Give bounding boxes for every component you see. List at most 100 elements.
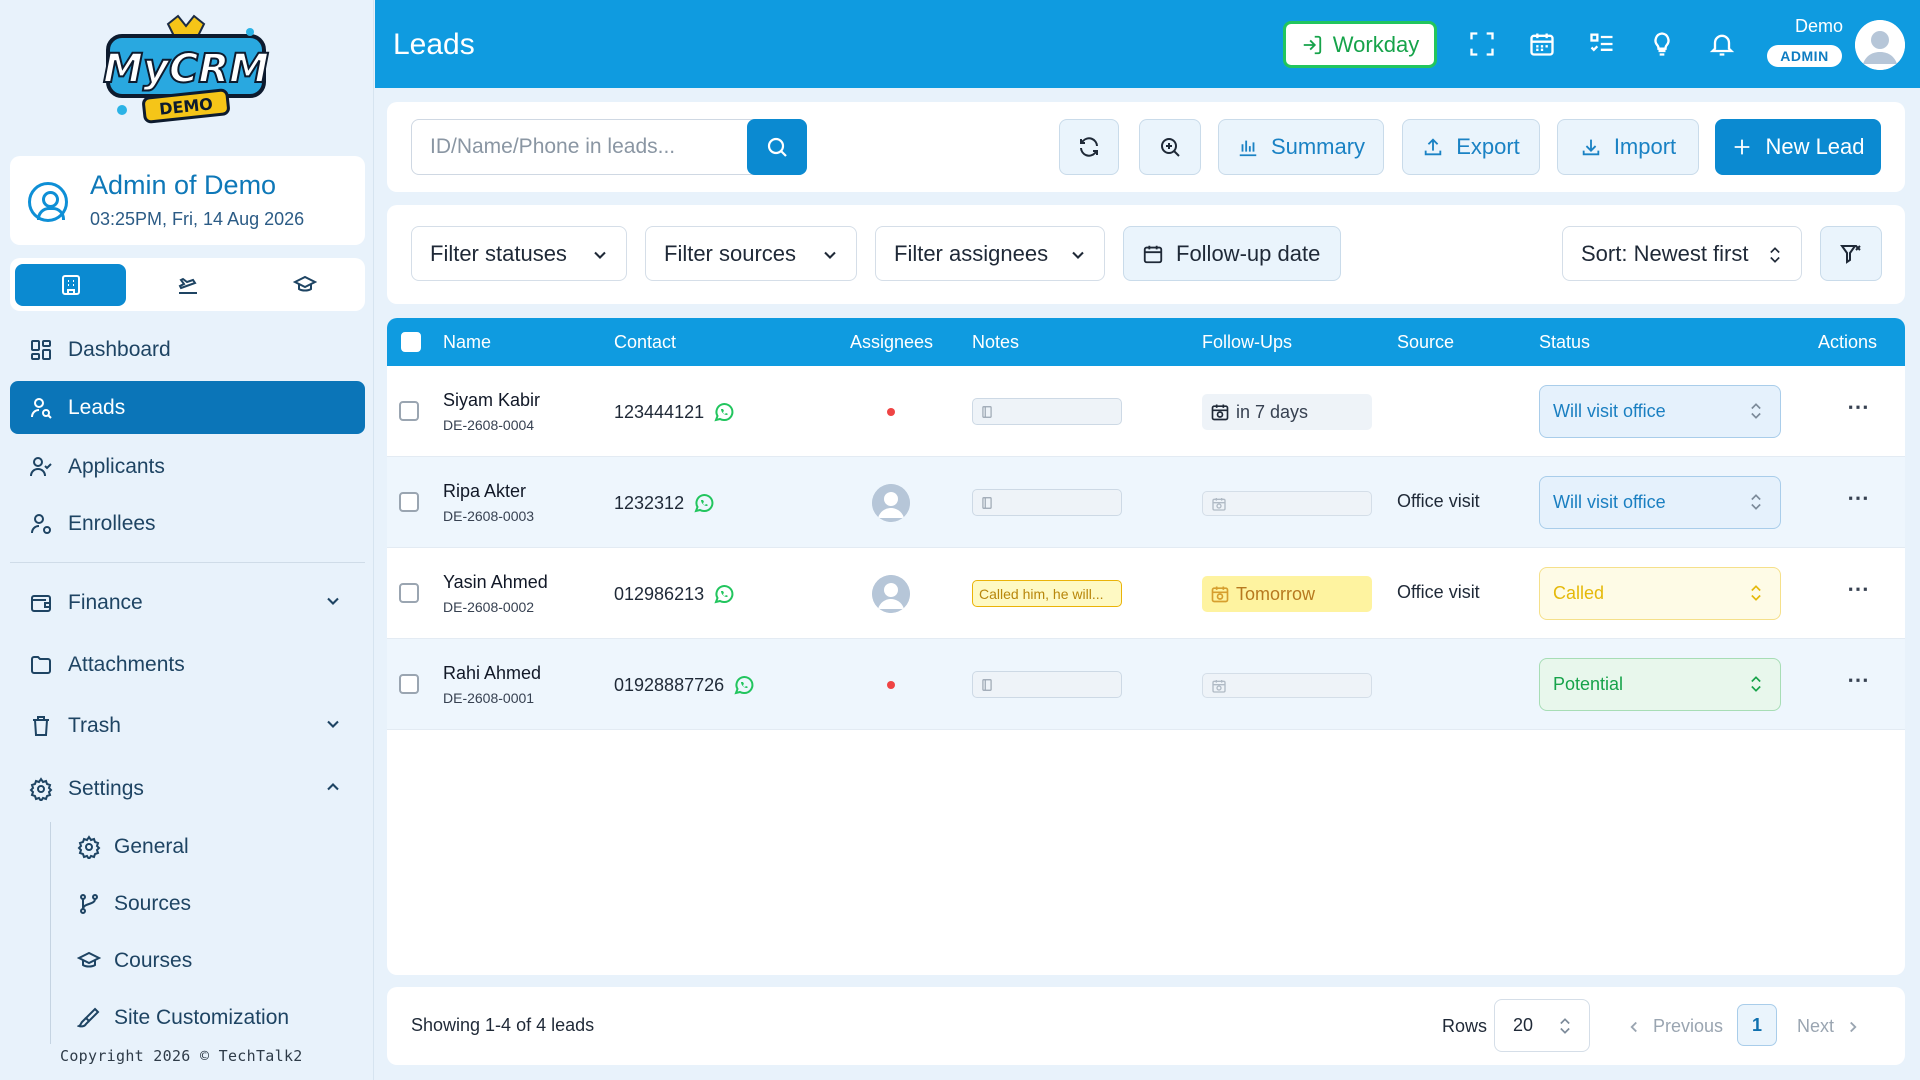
mode-travel-button[interactable] — [132, 264, 243, 306]
status-select[interactable]: Called — [1539, 567, 1781, 620]
followup-text: Tomorrow — [1236, 583, 1316, 604]
note-field[interactable] — [972, 671, 1122, 698]
note-field[interactable] — [972, 489, 1122, 516]
followup-date-button[interactable]: Follow-up date — [1123, 226, 1341, 281]
page-number-button[interactable]: 1 — [1737, 1004, 1777, 1046]
sidebar-item-settings[interactable]: Settings — [10, 762, 365, 815]
followup-badge[interactable] — [1202, 673, 1372, 698]
assignee-avatar[interactable] — [872, 484, 910, 522]
table-row[interactable]: Ripa Akter DE-2608-0003 1232312 Office v… — [387, 457, 1905, 548]
followup-badge[interactable] — [1202, 491, 1372, 516]
mode-office-button[interactable] — [15, 264, 126, 306]
sidebar-item-applicants[interactable]: Applicants — [10, 440, 365, 493]
search-button[interactable] — [747, 119, 807, 175]
whatsapp-icon[interactable] — [712, 400, 736, 424]
sidebar-subitem-courses[interactable]: Courses — [76, 948, 192, 974]
whatsapp-icon[interactable] — [712, 582, 736, 606]
previous-page-button[interactable]: Previous — [1625, 1016, 1723, 1037]
col-contact: Contact — [614, 332, 677, 352]
search-input[interactable] — [412, 120, 762, 174]
sidebar-item-enrollees[interactable]: Enrollees — [10, 497, 365, 550]
row-actions-button[interactable]: ⋯ — [1847, 578, 1870, 600]
table-row[interactable]: Yasin Ahmed DE-2608-0002 012986213 Calle… — [387, 548, 1905, 639]
bell-icon[interactable] — [1706, 28, 1738, 60]
calendar-clock-icon — [1211, 678, 1227, 694]
row-actions-button[interactable]: ⋯ — [1847, 396, 1870, 418]
lead-name[interactable]: Ripa Akter — [443, 481, 526, 502]
status-select[interactable]: Potential — [1539, 658, 1781, 711]
filter-sources-label: Filter sources — [664, 240, 797, 266]
sidebar-subitem-general[interactable]: General — [76, 834, 189, 860]
user-avatar[interactable] — [1855, 20, 1905, 70]
followup-badge[interactable]: Tomorrow — [1202, 576, 1372, 612]
table-row[interactable]: Siyam Kabir DE-2608-0004 123444121 in 7 … — [387, 366, 1905, 457]
import-button[interactable]: Import — [1557, 119, 1699, 175]
row-actions-button[interactable]: ⋯ — [1847, 487, 1870, 509]
mycrm-logo[interactable]: MyCRM DEMO — [100, 14, 272, 134]
no-assignee-dot — [887, 681, 895, 689]
user-search-icon — [28, 395, 54, 421]
chevron-updown-icon — [1560, 1018, 1570, 1034]
sidebar-subitem-label: General — [114, 835, 189, 858]
lead-name[interactable]: Siyam Kabir — [443, 390, 540, 411]
col-followups: Follow-Ups — [1202, 332, 1293, 352]
checklist-icon[interactable] — [1586, 28, 1618, 60]
table-row[interactable]: Rahi Ahmed DE-2608-0001 01928887726 Pote… — [387, 639, 1905, 730]
select-all-checkbox[interactable] — [401, 332, 421, 352]
sidebar-item-leads[interactable]: Leads — [10, 381, 365, 434]
status-select[interactable]: Will visit office — [1539, 476, 1781, 529]
filter-statuses-label: Filter statuses — [430, 240, 567, 266]
lead-name[interactable]: Rahi Ahmed — [443, 663, 541, 684]
col-name[interactable]: Name — [443, 332, 491, 353]
followup-badge[interactable]: in 7 days — [1202, 394, 1372, 430]
note-field[interactable]: Called him, he will... — [972, 580, 1122, 607]
sidebar-item-attachments[interactable]: Attachments — [10, 638, 365, 691]
row-checkbox[interactable] — [399, 583, 419, 603]
filter-statuses-select[interactable]: Filter statuses — [411, 226, 627, 281]
note-field[interactable] — [972, 398, 1122, 425]
new-lead-button[interactable]: New Lead — [1715, 119, 1881, 175]
clear-filters-button[interactable] — [1820, 226, 1882, 281]
rows-per-page-select[interactable]: 20 — [1494, 999, 1590, 1052]
zoom-button[interactable] — [1139, 119, 1201, 175]
fullscreen-icon[interactable] — [1466, 28, 1498, 60]
export-button[interactable]: Export — [1402, 119, 1540, 175]
filter-assignees-select[interactable]: Filter assignees — [875, 226, 1105, 281]
sidebar-item-trash[interactable]: Trash — [10, 699, 365, 752]
sort-select[interactable]: Sort: Newest first — [1562, 226, 1802, 281]
sidebar-item-dashboard[interactable]: Dashboard — [10, 323, 365, 376]
sidebar-item-label: Attachments — [68, 652, 185, 676]
status-select[interactable]: Will visit office — [1539, 385, 1781, 438]
leads-table: Name Contact Assignees Notes Follow-Ups … — [387, 318, 1905, 975]
row-checkbox[interactable] — [399, 401, 419, 421]
notebook-icon — [982, 679, 992, 691]
copyright-text: Copyright 2026 © TechTalk2 — [60, 1047, 303, 1065]
graduation-cap-icon — [292, 275, 317, 292]
profile-card[interactable]: Admin of Demo 03:25PM, Fri, 14 Aug 2026 — [10, 156, 365, 245]
lead-name[interactable]: Yasin Ahmed — [443, 572, 548, 593]
next-page-button[interactable]: Next — [1797, 1016, 1862, 1037]
assignee-avatar[interactable] — [872, 575, 910, 613]
workday-button[interactable]: Workday — [1283, 21, 1437, 68]
calendar-icon — [1143, 245, 1163, 263]
user-cog-icon — [28, 511, 54, 537]
contact-phone: 01928887726 — [614, 674, 725, 695]
lightbulb-icon[interactable] — [1646, 28, 1678, 60]
chevron-up-icon — [327, 783, 339, 791]
filter-sources-select[interactable]: Filter sources — [645, 226, 857, 281]
row-actions-button[interactable]: ⋯ — [1847, 669, 1870, 691]
sidebar-subitem-sources[interactable]: Sources — [76, 891, 191, 917]
profile-name: Admin of Demo — [90, 170, 277, 200]
row-checkbox[interactable] — [399, 674, 419, 694]
calendar-icon[interactable] — [1526, 28, 1558, 60]
sidebar-item-finance[interactable]: Finance — [10, 576, 365, 629]
showing-count: Showing 1-4 of 4 leads — [411, 1015, 595, 1035]
summary-button[interactable]: Summary — [1218, 119, 1384, 175]
whatsapp-icon[interactable] — [692, 491, 716, 515]
sidebar-subitem-site-customization[interactable]: Site Customization — [76, 1005, 289, 1031]
whatsapp-icon[interactable] — [732, 673, 756, 697]
contact-phone: 123444121 — [614, 401, 705, 422]
row-checkbox[interactable] — [399, 492, 419, 512]
refresh-button[interactable] — [1059, 119, 1119, 175]
mode-education-button[interactable] — [249, 264, 360, 306]
